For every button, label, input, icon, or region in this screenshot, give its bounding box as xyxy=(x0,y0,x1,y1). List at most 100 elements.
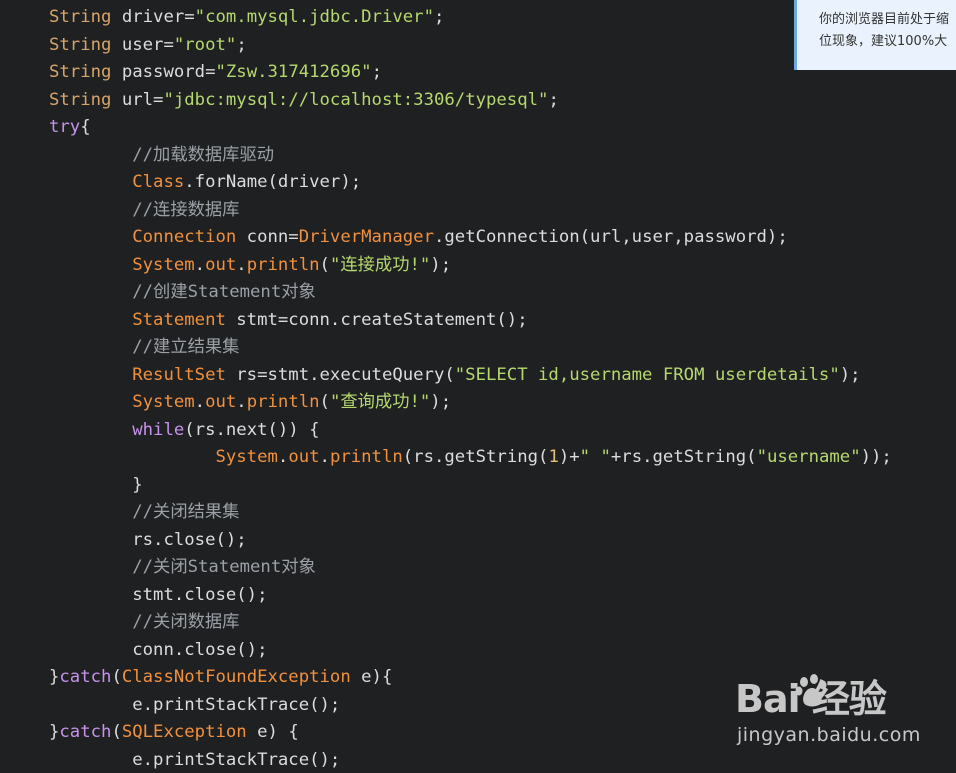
code-token: e.printStackTrace(); xyxy=(49,694,341,715)
code-line: while(rs.next()) { xyxy=(49,417,892,445)
code-token: ( xyxy=(319,254,330,275)
code-token: (rs.next()) { xyxy=(184,419,320,440)
code-line: //关闭Statement对象 xyxy=(49,554,892,582)
code-token: . xyxy=(194,254,206,275)
code-token: . xyxy=(319,447,330,467)
code-line: System.out.println("查询成功!"); xyxy=(49,389,892,417)
code-token: String xyxy=(49,62,112,82)
code-token: .forName(driver); xyxy=(184,172,362,192)
code-token: ; xyxy=(433,7,445,27)
code-token: while xyxy=(132,419,185,440)
code-line: System.out.println("连接成功!"); xyxy=(49,252,892,280)
code-token: out xyxy=(205,392,237,412)
code-token: catch xyxy=(59,667,112,687)
code-token: SQLException xyxy=(121,722,247,742)
code-token: "root" xyxy=(173,34,237,55)
code-token: println xyxy=(246,392,320,412)
code-token: ( xyxy=(319,392,330,412)
code-token: Statement xyxy=(132,309,226,330)
code-token: ( xyxy=(111,722,122,742)
code-token: "jdbc:mysql://localhost:3306/typesql" xyxy=(163,89,549,110)
code-token: password= xyxy=(111,62,216,82)
code-token: "查询成功!" xyxy=(329,392,431,412)
code-token: ); xyxy=(430,392,452,412)
code-token: //创建Statement对象 xyxy=(49,282,316,302)
code-token: ); xyxy=(430,254,452,275)
code-token: "com.mysql.jdbc.Driver" xyxy=(194,7,434,27)
code-token: 1 xyxy=(548,447,559,467)
code-token: )); xyxy=(860,447,892,467)
code-token: e){ xyxy=(350,667,393,687)
code-token: "连接成功!" xyxy=(329,254,431,275)
code-token: //关闭结果集 xyxy=(49,502,240,522)
code-token: rs=stmt.executeQuery( xyxy=(225,364,455,385)
code-token: System xyxy=(215,447,278,467)
code-token: .getConnection(url,user,password); xyxy=(433,227,788,247)
code-token: ); xyxy=(839,364,861,385)
code-token: conn= xyxy=(236,227,299,247)
code-token: out xyxy=(205,254,237,275)
code-line: //创建Statement对象 xyxy=(49,279,892,307)
code-line: //加载数据库驱动 xyxy=(49,142,892,170)
code-line: conn.close(); xyxy=(49,637,892,665)
code-token: ResultSet xyxy=(132,364,226,385)
code-token: ClassNotFoundException xyxy=(121,667,351,687)
code-line: String driver="com.mysql.jdbc.Driver"; xyxy=(49,4,892,32)
code-token: println xyxy=(329,447,403,467)
code-line: Class.forName(driver); xyxy=(49,169,892,197)
code-viewer: String driver="com.mysql.jdbc.Driver"; St… xyxy=(0,0,956,773)
code-token: Class xyxy=(132,172,185,192)
code-line: String password="Zsw.317412696"; xyxy=(49,59,892,87)
code-token: String xyxy=(49,34,112,55)
code-token: . xyxy=(194,392,206,412)
code-token: . xyxy=(236,254,247,275)
browser-zoom-notice[interactable]: 你的浏览器目前处于缩 位现象，建议100%大 xyxy=(794,0,956,70)
code-token: )+ xyxy=(558,447,580,467)
code-token: "Zsw.317412696" xyxy=(215,62,372,82)
code-block: String driver="com.mysql.jdbc.Driver"; St… xyxy=(49,4,892,773)
code-token: System xyxy=(132,392,195,412)
paw-logo-icon xyxy=(795,674,827,707)
code-line: //建立结果集 xyxy=(49,334,892,362)
code-token: driver= xyxy=(111,7,195,27)
code-token: "username" xyxy=(756,447,861,467)
code-line: stmt.close(); xyxy=(49,582,892,610)
code-line: //关闭数据库 xyxy=(49,609,892,637)
code-line: String url="jdbc:mysql://localhost:3306/… xyxy=(49,87,892,115)
code-token: ; xyxy=(371,62,382,82)
code-line: Statement stmt=conn.createStatement(); xyxy=(49,307,892,335)
code-token: Connection xyxy=(132,227,237,247)
code-token: stmt.close(); xyxy=(49,584,268,605)
code-line: rs.close(); xyxy=(49,527,892,555)
notice-line-1: 你的浏览器目前处于缩 xyxy=(819,12,950,27)
code-token: e.printStackTrace(); xyxy=(49,749,341,770)
code-token: //关闭Statement对象 xyxy=(49,557,316,577)
code-token: println xyxy=(246,254,320,275)
notice-line-2: 位现象，建议100%大 xyxy=(819,34,948,49)
code-line: Connection conn=DriverManager.getConnect… xyxy=(49,224,892,252)
code-token: //连接数据库 xyxy=(49,199,240,220)
code-line: //关闭结果集 xyxy=(49,499,892,527)
code-token: //关闭数据库 xyxy=(49,612,240,632)
code-line: ResultSet rs=stmt.executeQuery("SELECT i… xyxy=(49,362,892,390)
code-token: (rs.getString( xyxy=(402,447,549,467)
code-token: //加载数据库驱动 xyxy=(49,144,275,165)
code-token: e) { xyxy=(246,722,299,742)
code-token: . xyxy=(236,392,247,412)
code-token: } xyxy=(49,667,60,687)
code-token: try xyxy=(49,117,81,137)
code-line: //连接数据库 xyxy=(49,197,892,225)
code-line: try{ xyxy=(49,114,892,142)
code-token: user= xyxy=(111,34,174,55)
code-token: System xyxy=(132,254,195,275)
code-token: DriverManager xyxy=(298,227,434,247)
code-token: conn.close(); xyxy=(49,639,268,660)
code-token: ; xyxy=(548,89,559,110)
code-token: rs.close(); xyxy=(49,529,247,550)
